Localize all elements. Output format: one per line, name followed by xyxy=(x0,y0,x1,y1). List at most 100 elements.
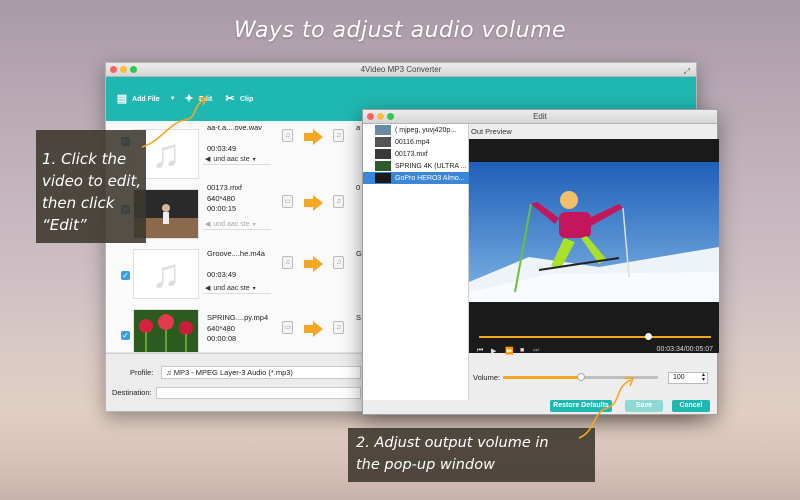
out-preview-label: Out Preview xyxy=(471,127,512,136)
output-name: G xyxy=(356,249,362,258)
music-file-icon: ♫ xyxy=(333,195,344,208)
music-file-icon: ♫ xyxy=(333,321,344,334)
speaker-icon: ◀ xyxy=(205,221,211,228)
file-name: Groove....he.m4a xyxy=(207,249,265,258)
edit-list-item[interactable]: 00116.mp4 xyxy=(363,136,469,148)
callout-step-1: 1. Click the video to edit, then click “… xyxy=(36,130,146,243)
clip-button[interactable]: ✂ Clip xyxy=(224,77,253,121)
pointer-arrow-icon xyxy=(141,97,208,148)
callout-text: the pop-up window xyxy=(356,457,495,473)
output-settings: Profile: ♫ MP3 - MPEG Layer-3 Audio (*.m… xyxy=(106,353,364,411)
stop-icon[interactable]: ■ xyxy=(520,347,524,354)
video-thumbnail xyxy=(133,309,199,353)
headline: Ways to adjust audio volume xyxy=(233,18,567,43)
volume-slider-fill xyxy=(503,376,581,379)
fast-forward-icon[interactable]: ⏩ xyxy=(505,347,514,355)
file-resolution: 640*480 xyxy=(207,323,235,333)
file-meta: SPRING....py.mp4 640*480 00:00:08 xyxy=(207,313,268,345)
zoom-button[interactable] xyxy=(387,113,394,120)
music-note-icon: ♫ xyxy=(166,368,172,377)
edit-list-item-label: 00116.mp4 xyxy=(395,138,430,146)
output-name: a xyxy=(356,123,361,132)
callout-text: 1. Click the xyxy=(42,150,127,168)
minimize-button[interactable] xyxy=(120,66,127,73)
file-meta: Groove....he.m4a 00:03:49 xyxy=(207,249,265,280)
zoom-button[interactable] xyxy=(130,66,137,73)
edit-list-item-label: ( mjpeg, yuvj420p... xyxy=(395,126,457,134)
callout-text: 2. Adjust output volume in xyxy=(356,435,549,451)
music-file-icon: ♫ xyxy=(282,129,293,142)
audio-track-select[interactable]: ◀ und aac ste ▾ xyxy=(203,283,271,294)
window-controls xyxy=(367,113,394,120)
file-duration: 00:00:15 xyxy=(207,204,237,213)
music-file-icon: ♫ xyxy=(333,129,344,142)
cancel-button[interactable]: Cancel xyxy=(672,400,710,412)
audio-track-label: und aac ste xyxy=(213,220,250,228)
edit-list-item[interactable]: 00173.mxf xyxy=(363,148,469,160)
window-controls xyxy=(110,66,137,73)
edit-list-item-label: GoPro HERO3 Almo... xyxy=(395,174,465,182)
file-duration: 00:00:08 xyxy=(207,334,237,343)
callout-text: “Edit” xyxy=(42,216,87,234)
video-preview[interactable]: ⏮ ▶ ⏩ ■ ⏭ 00:03:34/00:05:07 xyxy=(469,139,719,355)
file-thumbnail xyxy=(375,173,391,183)
file-thumbnail xyxy=(375,137,391,147)
playback-time: 00:03:34/00:05:07 xyxy=(656,346,713,353)
minimize-button[interactable] xyxy=(377,113,384,120)
volume-label: Volume: xyxy=(473,373,501,382)
output-name: 0 xyxy=(356,183,361,192)
music-file-icon: ♫ xyxy=(333,256,344,269)
add-file-icon: ▤ xyxy=(116,93,128,105)
list-item[interactable]: ✓ ♫ Groove....he.m4a 00:03:49 ◀ und aac … xyxy=(106,241,364,307)
audio-track-label: und aac ste xyxy=(213,155,250,163)
music-note-icon: ♫ xyxy=(151,252,181,296)
destination-input[interactable] xyxy=(156,387,361,399)
file-meta: 00173.mxf 640*480 00:00:15 xyxy=(207,183,242,215)
close-button[interactable] xyxy=(367,113,374,120)
audio-track-select[interactable]: ◀ und aac ste ▾ xyxy=(203,219,271,230)
seek-bar[interactable] xyxy=(479,333,711,340)
profile-select[interactable]: ♫ MP3 - MPEG Layer-3 Audio (*.mp3) xyxy=(161,366,361,379)
skip-forward-icon[interactable]: ⏭ xyxy=(533,347,539,355)
audio-track-select[interactable]: ◀ und aac ste ▾ xyxy=(203,154,271,165)
file-thumbnail xyxy=(375,149,391,159)
clip-label: Clip xyxy=(240,95,254,103)
callout-step-2: 2. Adjust output volume in the pop-up wi… xyxy=(348,428,595,482)
scissors-icon: ✂ xyxy=(225,93,235,105)
edit-list-item-label: SPRING 4K (ULTRA ... xyxy=(395,162,467,170)
volume-stepper[interactable]: 100 ▴ ▾ xyxy=(668,372,708,384)
edit-list-item[interactable]: ( mjpeg, yuvj420p... xyxy=(363,124,469,136)
seek-handle[interactable] xyxy=(645,333,653,340)
play-icon[interactable]: ▶ xyxy=(491,347,496,355)
profile-label: Profile: xyxy=(130,368,154,377)
pointer-arrow-icon xyxy=(578,377,635,439)
audio-track-label: und aac ste xyxy=(213,284,250,292)
callout-text: video to edit, xyxy=(42,172,142,190)
output-name: S xyxy=(356,313,362,322)
edit-list-item[interactable]: SPRING 4K (ULTRA ... xyxy=(363,160,469,172)
preview-frame-image xyxy=(469,162,719,302)
skip-back-icon[interactable]: ⏮ xyxy=(477,347,483,355)
edit-list-item-selected[interactable]: GoPro HERO3 Almo... xyxy=(363,172,469,184)
chevron-down-icon: ▾ xyxy=(252,285,256,292)
audio-thumbnail: ♫ xyxy=(133,249,199,299)
row-checkbox[interactable]: ✓ xyxy=(121,271,130,280)
close-button[interactable] xyxy=(110,66,117,73)
file-thumbnail xyxy=(375,125,391,135)
chevron-down-icon: ▾ xyxy=(252,221,256,228)
file-name: SPRING....py.mp4 xyxy=(207,313,269,322)
file-resolution: 640*480 xyxy=(207,193,235,203)
callout-text: then click xyxy=(42,194,115,212)
video-file-icon: ▭ xyxy=(282,321,293,334)
main-titlebar: 4Video MP3 Converter ⤢ xyxy=(106,63,696,77)
edit-window-title: Edit xyxy=(533,112,547,121)
destination-label: Destination: xyxy=(112,388,152,397)
file-thumbnail xyxy=(375,161,391,171)
music-file-icon: ♫ xyxy=(282,256,293,269)
file-name: 00173.mxf xyxy=(207,183,243,192)
row-checkbox[interactable]: ✓ xyxy=(121,331,130,340)
file-duration: 00:03:49 xyxy=(207,269,237,279)
edit-titlebar: Edit xyxy=(363,110,717,124)
list-item[interactable]: ✓ SPRING....py.mp4 640*480 00:00:08 ▭ ♫ … xyxy=(106,305,364,353)
stepper-arrows-icon[interactable]: ▴ ▾ xyxy=(702,372,705,383)
